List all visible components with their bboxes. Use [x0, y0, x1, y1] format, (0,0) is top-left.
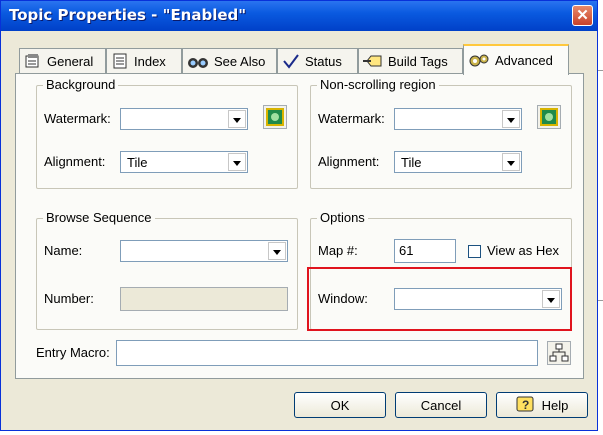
window-field-highlight: [307, 267, 572, 331]
macro-builder-button[interactable]: [547, 341, 571, 365]
map-number-field[interactable]: 61: [394, 239, 456, 263]
ok-button[interactable]: OK: [294, 392, 386, 418]
nonscrolling-watermark-dropdown[interactable]: [394, 108, 522, 130]
ok-label: OK: [330, 397, 350, 413]
binoculars-icon: [187, 53, 209, 69]
background-document: [598, 0, 603, 435]
nonscrolling-watermark-browse-button[interactable]: [537, 105, 561, 129]
chevron-down-icon[interactable]: [502, 153, 520, 171]
browse-number-field: [120, 287, 288, 311]
help-label: Help: [541, 397, 569, 413]
picture-icon: [540, 108, 558, 126]
title-bar[interactable]: Topic Properties - "Enabled" ✕: [1, 1, 597, 31]
tab-label: See Also: [214, 53, 266, 69]
nonscrolling-group-title: Non-scrolling region: [317, 77, 439, 92]
tab-build-tags[interactable]: Build Tags: [358, 48, 463, 73]
name-label: Name:: [44, 243, 83, 258]
chevron-down-icon[interactable]: [228, 153, 246, 171]
help-button[interactable]: ? Help: [496, 392, 588, 418]
watermark-dropdown[interactable]: [120, 108, 248, 130]
alignment-dropdown[interactable]: Tile: [120, 151, 248, 173]
close-icon: ✕: [576, 7, 589, 24]
tab-see-also[interactable]: See Also: [182, 48, 277, 73]
tab-label: Build Tags: [388, 53, 448, 69]
cancel-label: Cancel: [420, 397, 462, 413]
help-icon: ?: [516, 396, 534, 414]
nonscrolling-alignment-label: Alignment:: [318, 154, 380, 169]
tab-status[interactable]: Status: [277, 48, 358, 73]
tab-label: Index: [134, 53, 166, 69]
nonscrolling-alignment-value: Tile: [401, 155, 422, 170]
gears-icon: [468, 53, 490, 69]
view-as-hex-checkbox[interactable]: [468, 245, 481, 258]
browse-sequence-group: Browse Sequence Name: Number:: [36, 210, 298, 330]
chevron-down-icon[interactable]: [268, 242, 286, 260]
tag-arrow-icon: [363, 53, 383, 69]
tab-label: General: [47, 53, 94, 69]
close-button[interactable]: ✕: [572, 5, 593, 26]
chevron-down-icon[interactable]: [228, 110, 246, 128]
alignment-value: Tile: [127, 155, 148, 170]
nonscrolling-alignment-dropdown[interactable]: Tile: [394, 151, 522, 173]
background-group-title: Background: [43, 77, 119, 92]
watermark-label: Watermark:: [44, 111, 111, 126]
checkmark-icon: [282, 53, 300, 69]
view-as-hex-label: View as Hex: [487, 243, 560, 258]
advanced-tab-panel: Background Watermark: Alignment: Tile No…: [15, 73, 584, 379]
browse-name-dropdown[interactable]: [120, 240, 288, 262]
tab-general[interactable]: General: [19, 48, 106, 73]
chevron-down-icon[interactable]: [502, 110, 520, 128]
svg-text:?: ?: [522, 398, 529, 412]
number-label: Number:: [44, 291, 94, 306]
browse-sequence-group-title: Browse Sequence: [43, 210, 155, 225]
map-number-label: Map #:: [318, 243, 358, 258]
map-number-value: 61: [399, 243, 414, 258]
options-group-title: Options: [317, 210, 368, 225]
tab-index[interactable]: Index: [106, 48, 182, 73]
topic-properties-dialog: Topic Properties - "Enabled" ✕ General I…: [0, 0, 598, 431]
nonscrolling-watermark-label: Watermark:: [318, 111, 385, 126]
tab-advanced[interactable]: Advanced: [463, 44, 569, 75]
cancel-button[interactable]: Cancel: [395, 392, 487, 418]
hierarchy-icon: [549, 343, 569, 362]
window-title: Topic Properties - "Enabled": [9, 6, 247, 24]
nonscrolling-group: Non-scrolling region Watermark: Alignmen…: [310, 77, 572, 189]
watermark-browse-button[interactable]: [263, 105, 287, 129]
picture-icon: [266, 108, 284, 126]
entry-macro-field[interactable]: [116, 340, 538, 366]
tab-label: Advanced: [495, 53, 553, 68]
properties-icon: [24, 53, 42, 69]
alignment-label: Alignment:: [44, 154, 106, 169]
background-group: Background Watermark: Alignment: Tile: [36, 77, 298, 189]
index-icon: [111, 53, 129, 69]
entry-macro-label: Entry Macro:: [36, 345, 110, 360]
tab-label: Status: [305, 53, 342, 69]
